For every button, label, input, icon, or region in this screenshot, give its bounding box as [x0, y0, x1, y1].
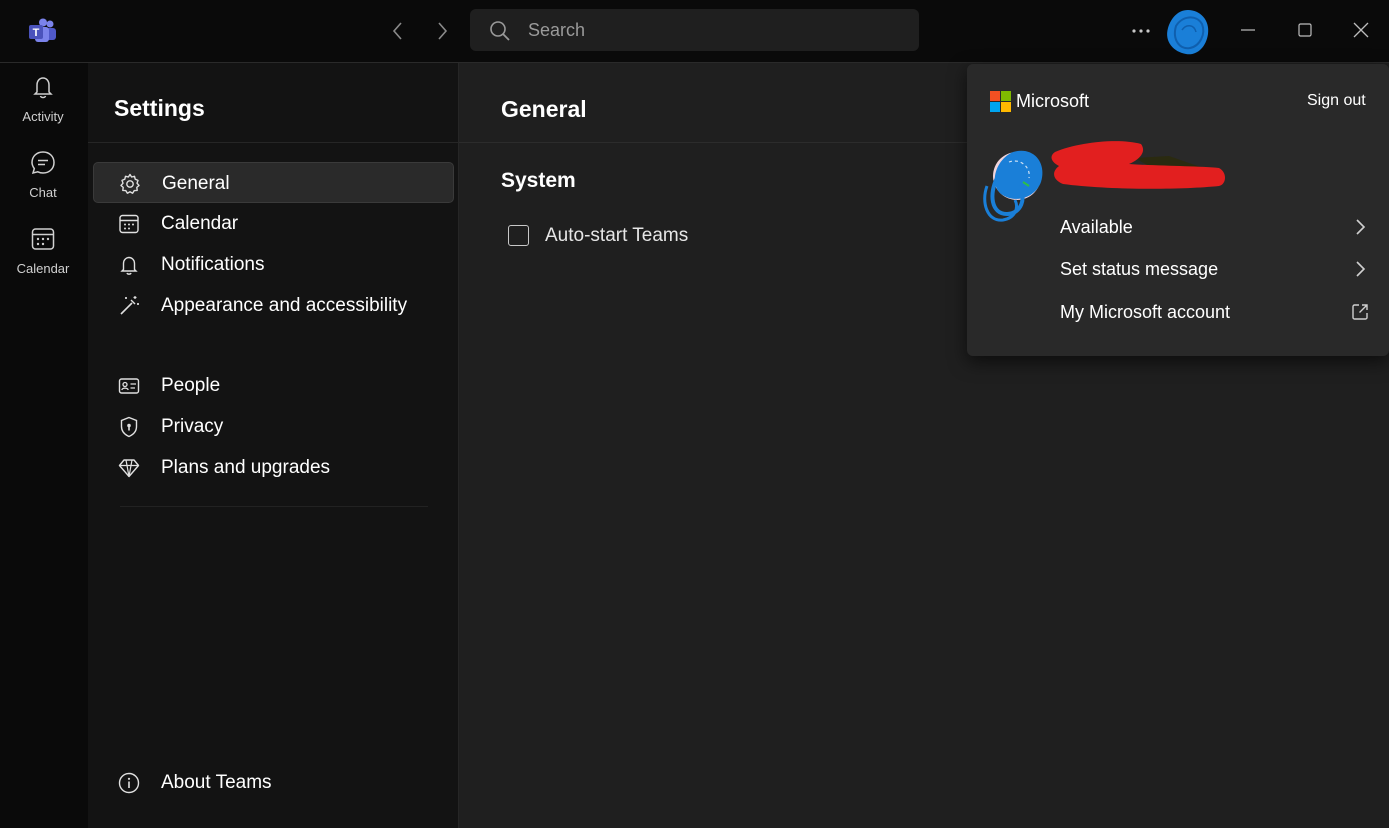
auto-start-label[interactable]: Auto-start Teams [545, 225, 688, 247]
search-bar[interactable]: Search [470, 9, 919, 51]
settings-item-label: About Teams [161, 772, 272, 793]
settings-item-privacy[interactable]: Privacy [93, 406, 454, 447]
teams-logo-icon: T [29, 18, 56, 42]
set-status-message-label: Set status message [1060, 259, 1219, 279]
settings-item-label: Plans and upgrades [161, 457, 331, 478]
rail-label-activity: Activity [22, 109, 64, 124]
account-flyout: Microsoft Sign out Available Set status … [967, 64, 1389, 356]
bell-icon [33, 77, 53, 99]
diamond-icon [118, 459, 140, 478]
sign-out-link[interactable]: Sign out [1307, 92, 1366, 110]
chevron-right-icon [1356, 219, 1366, 235]
settings-item-label: Privacy [161, 416, 224, 437]
calendar-icon [31, 228, 55, 250]
auto-start-checkbox[interactable] [508, 225, 529, 246]
user-avatar-icon[interactable] [1162, 6, 1214, 58]
contact-card-icon [118, 378, 140, 394]
settings-item-label: Notifications [161, 254, 265, 275]
settings-item-label: Calendar [161, 213, 239, 234]
maximize-icon[interactable] [1293, 18, 1317, 42]
chat-bubble-icon [31, 151, 55, 175]
app-rail: Activity Chat Calendar [0, 63, 88, 828]
back-arrow-icon[interactable] [387, 20, 409, 42]
settings-item-about[interactable]: About Teams [93, 762, 454, 803]
set-status-message-row[interactable]: Set status message [1060, 251, 1370, 287]
status-available-label: Available [1060, 217, 1133, 237]
search-input[interactable]: Search [528, 20, 585, 41]
settings-item-plans[interactable]: Plans and upgrades [93, 447, 454, 488]
search-icon [490, 21, 510, 41]
close-icon[interactable] [1349, 18, 1373, 42]
minimize-icon[interactable] [1236, 18, 1260, 42]
settings-separator [120, 506, 428, 507]
magic-wand-icon [120, 296, 139, 315]
forward-arrow-icon[interactable] [431, 20, 453, 42]
rail-item-calendar[interactable]: Calendar [0, 215, 88, 285]
settings-item-label: General [162, 173, 230, 194]
info-icon [118, 772, 140, 794]
rail-label-calendar: Calendar [16, 261, 70, 276]
rail-label-chat: Chat [29, 185, 57, 200]
more-options-icon[interactable] [1130, 20, 1152, 42]
shield-icon [120, 416, 138, 438]
microsoft-logo-icon [990, 91, 1011, 112]
settings-title: Settings [114, 95, 205, 121]
rail-item-chat[interactable]: Chat [0, 139, 88, 209]
my-microsoft-account-label: My Microsoft account [1060, 302, 1231, 322]
my-microsoft-account-row[interactable]: My Microsoft account [1060, 294, 1370, 330]
external-link-icon [1352, 304, 1368, 320]
settings-item-notifications[interactable]: Notifications [93, 244, 454, 285]
settings-panel: Settings General Calendar Notifications [88, 63, 459, 828]
svg-text:T: T [33, 27, 40, 39]
section-title-system: System [501, 169, 576, 192]
settings-item-calendar[interactable]: Calendar [93, 203, 454, 244]
settings-divider [88, 142, 459, 143]
settings-item-label: People [161, 375, 221, 396]
microsoft-brand: Microsoft [1016, 91, 1090, 111]
status-available-row[interactable]: Available [1060, 209, 1370, 245]
rail-item-activity[interactable]: Activity [0, 63, 88, 133]
redacted-name-icon [1051, 141, 1225, 189]
settings-item-label: Appearance and accessibility [161, 295, 408, 316]
settings-item-appearance[interactable]: Appearance and accessibility [93, 285, 454, 326]
page-title: General [501, 96, 587, 122]
settings-item-people[interactable]: People [93, 365, 454, 406]
gear-icon [120, 173, 140, 194]
calendar-icon [119, 214, 139, 234]
bell-icon [120, 256, 138, 275]
profile-avatar-icon [983, 150, 1043, 222]
title-bar: T Search [0, 0, 1389, 63]
chevron-right-icon [1356, 261, 1366, 277]
settings-item-general[interactable]: General [93, 162, 454, 203]
